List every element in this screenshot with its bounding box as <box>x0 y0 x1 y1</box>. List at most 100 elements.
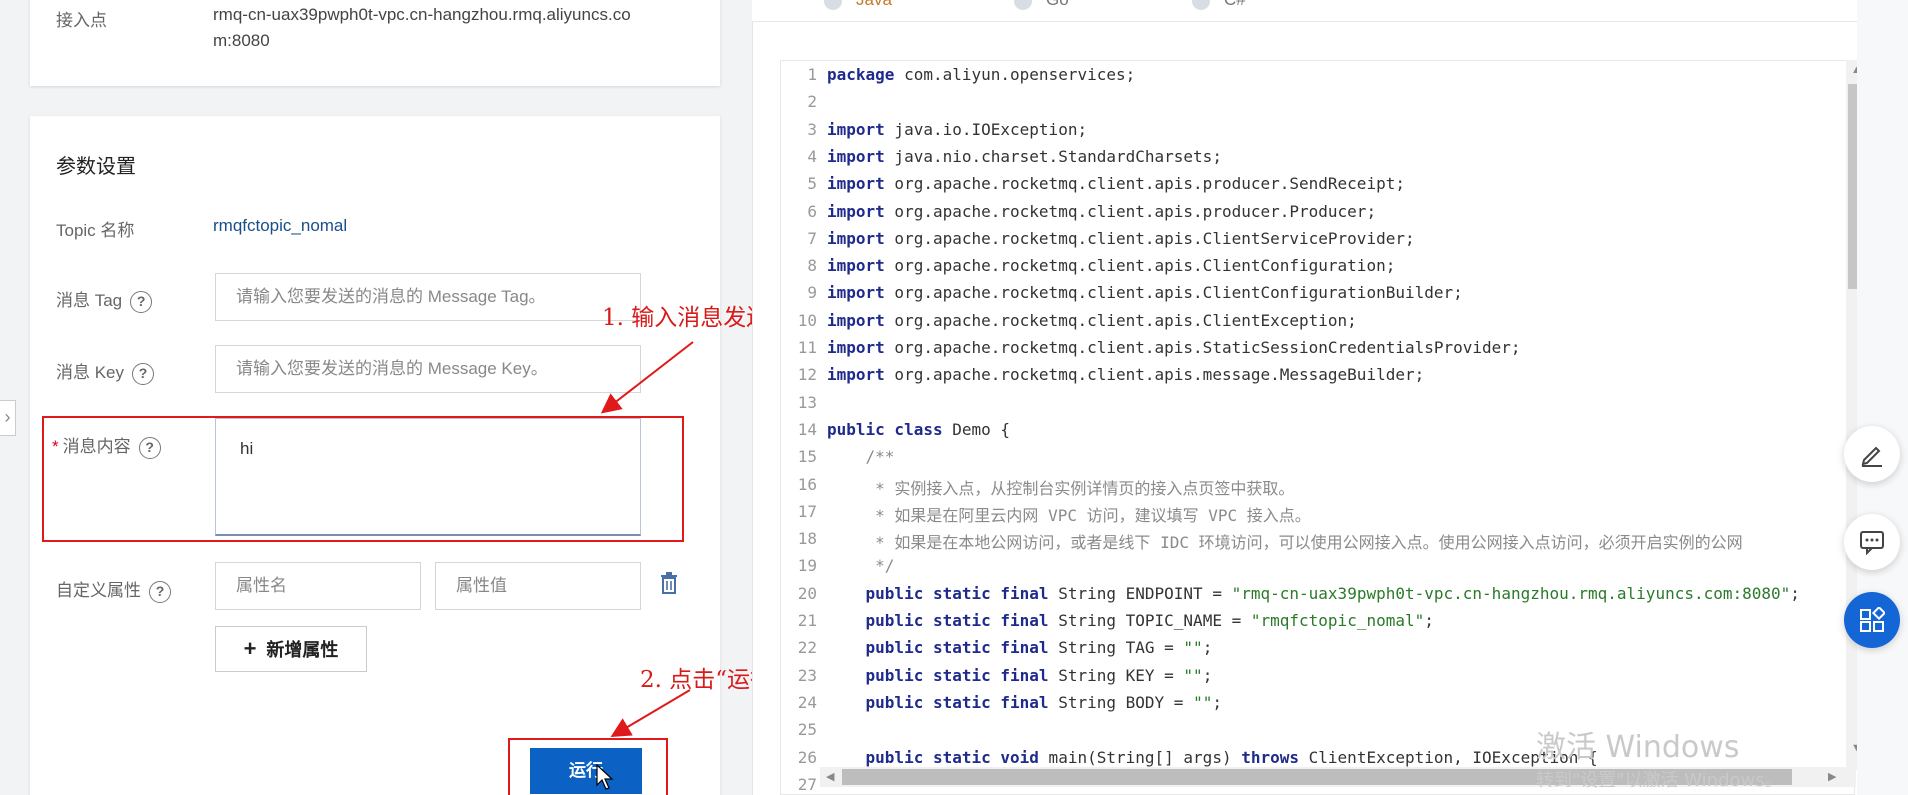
arrow-step1 <box>600 341 694 414</box>
code-token: org.apache.rocketmq.client.apis.producer… <box>884 201 1377 221</box>
code-line: * 如果是在本地公网访问，或者是线下 IDC 环境访问，可以使用公网接入点。使用… <box>827 529 1743 553</box>
line-number: 22 <box>797 638 817 658</box>
line-number: 11 <box>797 338 817 357</box>
code-line: public static final String ENDPOINT = "r… <box>827 584 1800 603</box>
line-number: 21 <box>797 611 817 630</box>
line-number: 6 <box>807 201 817 221</box>
code-token: * 如果是在本地公网访问，或者是线下 IDC 环境访问，可以使用公网接入点。使用… <box>827 533 1743 553</box>
code-token: /** <box>827 447 895 467</box>
code-token: org.apache.rocketmq.client.apis.ClientEx… <box>884 310 1357 330</box>
code-token: import <box>827 174 885 194</box>
tab-go[interactable]: Go <box>1014 0 1069 10</box>
scroll-right-arrow-icon[interactable]: ▶ <box>1828 770 1836 783</box>
code-token: public static final <box>827 665 1049 685</box>
code-line: /** <box>827 447 895 467</box>
line-number: 4 <box>807 146 817 166</box>
code-token: "" <box>1183 638 1203 658</box>
code-line: import org.apache.rocketmq.client.apis.p… <box>827 174 1405 193</box>
language-tabbar: Java Go C# <box>752 0 1857 22</box>
line-number: 24 <box>797 692 817 712</box>
windows-activation-title: 激活 Windows <box>1536 730 1740 765</box>
code-token: String ENDPOINT = <box>1048 583 1232 603</box>
code-token: ; <box>1790 583 1800 603</box>
code-token: public static final <box>827 583 1049 603</box>
code-token: import <box>827 201 885 221</box>
code-token: import <box>827 283 885 303</box>
code-line: public class Demo { <box>827 420 1010 439</box>
code-line: import org.apache.rocketmq.client.apis.p… <box>827 202 1376 221</box>
line-number: 15 <box>797 447 817 467</box>
code-token: import <box>827 119 885 139</box>
tab-java[interactable]: Java <box>824 0 892 10</box>
code-token: public static final <box>827 611 1049 630</box>
code-line: * 实例接入点，从控制台实例详情页的接入点页签中获取。 <box>827 475 1294 499</box>
feedback-icon[interactable] <box>1844 514 1900 570</box>
code-token: org.apache.rocketmq.client.apis.ClientCo… <box>884 256 1396 276</box>
code-token: import <box>827 146 885 166</box>
code-line: public static void main(String[] args) t… <box>827 748 1598 767</box>
code-editor[interactable]: 1 package com.aliyun.openservices; 2 3 impor… <box>780 60 1855 795</box>
code-line: import org.apache.rocketmq.client.apis.S… <box>827 338 1521 357</box>
code-token: ; <box>1202 665 1213 685</box>
code-token: import <box>827 228 885 248</box>
go-icon <box>1014 0 1032 10</box>
line-number: 19 <box>797 556 817 576</box>
tab-go-label: Go <box>1046 0 1069 9</box>
code-token: "" <box>1183 665 1203 685</box>
code-line: import java.io.IOException; <box>827 120 1087 139</box>
code-token: import <box>827 365 885 385</box>
code-token: * 如果是在阿里云内网 VPC 访问，建议填写 VPC 接入点。 <box>827 505 1311 525</box>
code-token: ; <box>1202 638 1213 658</box>
code-token: public static final <box>827 692 1049 712</box>
code-token: org.apache.rocketmq.client.apis.ClientCo… <box>884 283 1463 303</box>
line-number: 10 <box>797 310 817 330</box>
line-number: 5 <box>807 174 817 194</box>
code-line: package com.aliyun.openservices; <box>827 65 1135 84</box>
csharp-icon <box>1192 0 1210 10</box>
code-token: ; <box>1424 611 1434 630</box>
code-token: java.io.IOException; <box>884 119 1088 139</box>
code-token: public class <box>827 419 943 439</box>
code-line: public static final String TOPIC_NAME = … <box>827 611 1434 630</box>
tab-csharp[interactable]: C# <box>1192 0 1246 10</box>
line-number: 17 <box>797 501 817 521</box>
code-token: Demo { <box>942 419 1011 439</box>
code-token: import <box>827 310 885 330</box>
tab-java-label: Java <box>856 0 892 9</box>
line-number: 18 <box>797 529 817 549</box>
line-number: 16 <box>797 474 817 494</box>
code-line: import org.apache.rocketmq.client.apis.C… <box>827 311 1357 330</box>
code-line: public static final String TAG = ""; <box>827 638 1213 658</box>
code-token: "rmq-cn-uax39pwph0t-vpc.cn-hangzhou.rmq.… <box>1231 583 1791 603</box>
code-token: "rmqfctopic_nomal" <box>1250 611 1425 630</box>
code-token: package <box>827 65 895 84</box>
line-number: 2 <box>807 92 817 112</box>
line-number: 3 <box>807 119 817 139</box>
code-token: java.nio.charset.StandardCharsets; <box>884 146 1222 166</box>
code-token: throws <box>1241 747 1300 767</box>
java-icon <box>824 0 842 10</box>
tab-csharp-label: C# <box>1224 0 1246 9</box>
code-line: import org.apache.rocketmq.client.apis.C… <box>827 229 1415 248</box>
edit-icon[interactable] <box>1844 426 1900 482</box>
code-token: com.aliyun.openservices; <box>894 65 1136 84</box>
arrow-step2 <box>610 689 691 738</box>
line-number: 8 <box>807 256 817 276</box>
code-line: import org.apache.rocketmq.client.apis.C… <box>827 283 1463 302</box>
code-token: import <box>827 256 885 276</box>
scroll-left-arrow-icon[interactable]: ◀ <box>826 770 834 783</box>
code-token: * 实例接入点，从控制台实例详情页的接入点页签中获取。 <box>827 478 1295 498</box>
code-token: String KEY = <box>1048 665 1184 685</box>
collapse-sidebar-chevron-icon[interactable]: › <box>0 400 16 436</box>
code-line: import org.apache.rocketmq.client.apis.m… <box>827 365 1424 384</box>
code-token: ; <box>1212 692 1222 712</box>
line-number: 1 <box>807 65 817 84</box>
line-number: 7 <box>807 228 817 248</box>
line-number: 25 <box>797 720 817 740</box>
code-token: */ <box>827 556 895 576</box>
code-token: "" <box>1193 692 1213 712</box>
code-token: import <box>827 338 885 357</box>
apps-icon[interactable] <box>1844 592 1900 648</box>
code-token: org.apache.rocketmq.client.apis.message.… <box>884 365 1425 385</box>
line-number: 12 <box>797 365 817 385</box>
